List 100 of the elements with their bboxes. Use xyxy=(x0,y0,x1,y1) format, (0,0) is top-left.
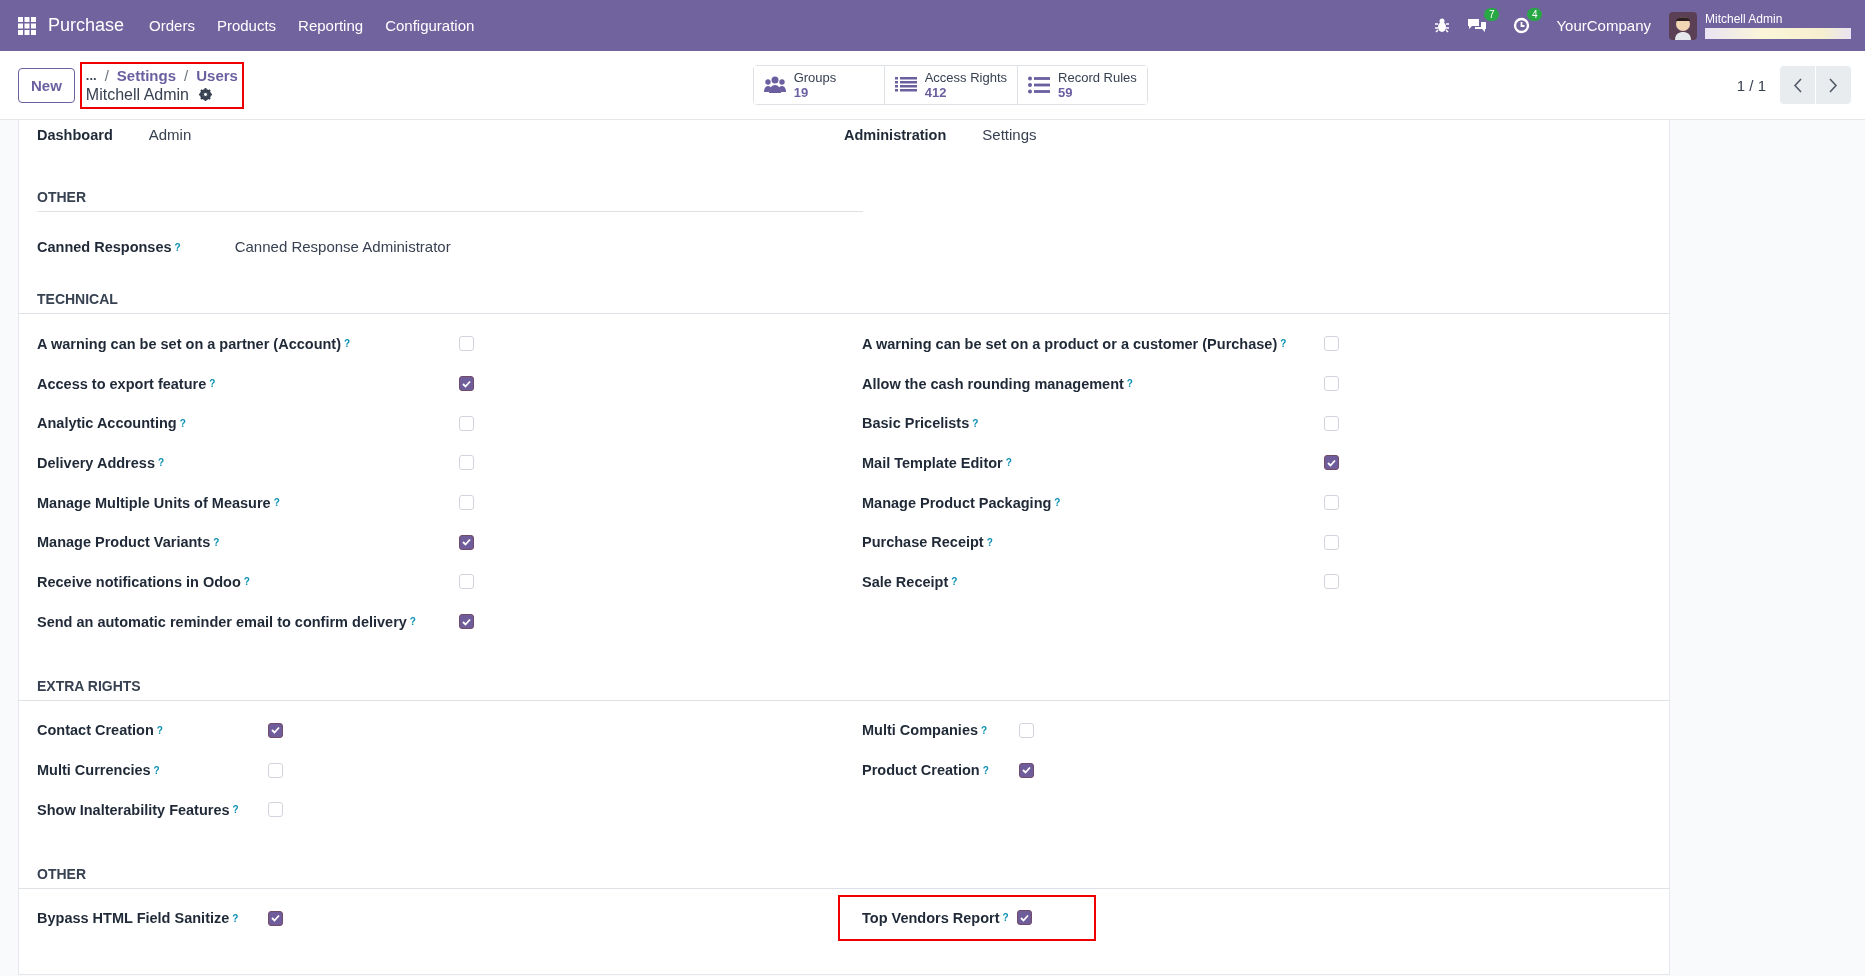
help-mark[interactable]: ? xyxy=(174,241,181,253)
help-mark[interactable]: ? xyxy=(986,536,993,548)
field-label: Access to export feature xyxy=(37,375,207,392)
field-value: Settings xyxy=(982,126,1037,143)
clock-icon[interactable] xyxy=(1513,17,1531,34)
help-mark[interactable]: ? xyxy=(972,417,979,429)
field-label: Receive notifications in Odoo xyxy=(37,573,241,590)
help-mark[interactable]: ? xyxy=(213,536,220,548)
help-mark[interactable]: ? xyxy=(153,764,160,776)
help-mark[interactable]: ? xyxy=(981,724,988,736)
field-label: Show Inalterability Features xyxy=(37,801,230,818)
pager-value: 1 / 1 xyxy=(1736,76,1766,94)
avatar-icon[interactable] xyxy=(1669,11,1697,40)
section-title: TECHNICAL xyxy=(19,291,1669,314)
activity-count: 4 xyxy=(1526,8,1543,21)
field-label: Top Vendors Report xyxy=(862,909,1000,926)
field-value: Canned Response Administrator xyxy=(234,238,451,255)
help-mark[interactable]: ? xyxy=(1002,912,1009,924)
checkbox[interactable] xyxy=(459,376,474,392)
checkmark-icon xyxy=(1020,913,1029,922)
checkmark-icon xyxy=(462,538,471,547)
message-count: 7 xyxy=(1483,8,1500,21)
checkbox[interactable] xyxy=(459,614,474,630)
field-label: A warning can be set on a partner (Account) xyxy=(37,335,341,352)
checkmark-icon xyxy=(271,726,280,735)
breadcrumb-link[interactable]: Settings xyxy=(116,66,177,84)
section-title: EXTRA RIGHTS xyxy=(19,677,1669,701)
checkbox[interactable] xyxy=(459,534,474,550)
checkmark-icon xyxy=(1022,766,1031,775)
bug-icon[interactable] xyxy=(1435,18,1450,33)
app-name[interactable]: Purchase xyxy=(48,15,125,36)
help-mark[interactable]: ? xyxy=(273,497,280,509)
checkmark-icon xyxy=(462,617,471,626)
help-mark[interactable]: ? xyxy=(1280,338,1287,350)
field-label: Manage Product Variants xyxy=(37,534,211,551)
help-mark[interactable]: ? xyxy=(179,417,186,429)
help-mark[interactable]: ? xyxy=(1126,378,1133,390)
field-label: Purchase Receipt xyxy=(862,534,984,551)
field-value: Admin xyxy=(148,126,192,143)
menu-item[interactable]: Configuration xyxy=(374,17,486,34)
field-label: Multi Companies xyxy=(862,722,978,739)
help-mark[interactable]: ? xyxy=(951,576,958,588)
checkbox[interactable] xyxy=(268,910,283,926)
record-title: Mitchell Admin xyxy=(85,85,189,104)
help-mark[interactable]: ? xyxy=(156,724,163,736)
field-label: Administration xyxy=(844,127,947,143)
menu-item[interactable]: Reporting xyxy=(287,17,375,34)
help-mark[interactable]: ? xyxy=(232,912,239,924)
previous-button[interactable] xyxy=(1780,66,1815,104)
field-label: Product Creation xyxy=(862,762,980,779)
breadcrumb-separator: / xyxy=(184,66,189,84)
help-mark[interactable]: ? xyxy=(1005,457,1012,469)
user-name[interactable]: Mitchell Admin xyxy=(1705,12,1851,26)
field-label: Delivery Address xyxy=(37,454,155,471)
section-title: OTHER xyxy=(37,189,863,212)
field-label: Multi Currencies xyxy=(37,762,151,779)
breadcrumb-ellipsis[interactable]: ... xyxy=(85,67,97,83)
help-mark[interactable]: ? xyxy=(243,576,250,588)
stat-button[interactable]: Record Rules 59 xyxy=(1017,66,1148,104)
field-label: A warning can be set on a product or a customer (Purchase) xyxy=(862,335,1278,352)
company-name[interactable]: YourCompany xyxy=(1556,17,1651,34)
menu-item[interactable]: Products xyxy=(205,17,288,34)
field-label: Analytic Accounting xyxy=(37,415,177,432)
checkmark-icon xyxy=(462,379,471,388)
chat-icon[interactable] xyxy=(1467,17,1488,34)
checkbox[interactable] xyxy=(1324,455,1339,471)
section-title: OTHER xyxy=(19,865,1669,889)
checkmark-icon xyxy=(271,914,280,923)
help-mark[interactable]: ? xyxy=(232,804,239,816)
field-label: Manage Product Packaging xyxy=(862,494,1052,511)
field-label: Bypass HTML Field Sanitize xyxy=(37,910,230,927)
checkbox[interactable] xyxy=(1019,762,1034,778)
field-label: Sale Receipt xyxy=(862,573,949,590)
settings-icon[interactable] xyxy=(199,88,212,101)
field-label: Dashboard xyxy=(37,127,113,143)
help-mark[interactable]: ? xyxy=(344,338,351,350)
breadcrumb-separator: / xyxy=(104,66,109,84)
field-label: Send an automatic reminder email to confirm delivery xyxy=(37,613,407,630)
field-label: Allow the cash rounding management xyxy=(862,375,1124,392)
breadcrumb-link[interactable]: Users xyxy=(196,66,238,84)
users-icon xyxy=(763,76,786,94)
apps-menu-icon[interactable] xyxy=(18,16,36,35)
chevron-right-icon xyxy=(1829,77,1838,93)
menu-item[interactable]: Orders xyxy=(138,17,206,34)
list-icon xyxy=(1028,76,1051,94)
help-mark[interactable]: ? xyxy=(1054,497,1061,509)
checkmark-icon xyxy=(1327,458,1336,467)
checkbox[interactable] xyxy=(1017,910,1032,926)
help-mark[interactable]: ? xyxy=(982,764,989,776)
list-icon xyxy=(894,76,917,94)
new-button[interactable]: New xyxy=(18,67,75,103)
checkbox[interactable] xyxy=(268,722,283,738)
field-label: Mail Template Editor xyxy=(862,454,1003,471)
next-button[interactable] xyxy=(1816,66,1851,104)
field-label: Canned Responses xyxy=(37,239,172,255)
field-label: Basic Pricelists xyxy=(862,415,970,432)
help-mark[interactable]: ? xyxy=(209,378,216,390)
help-mark[interactable]: ? xyxy=(157,457,165,469)
chevron-left-icon xyxy=(1793,77,1802,93)
help-mark[interactable]: ? xyxy=(409,616,416,628)
